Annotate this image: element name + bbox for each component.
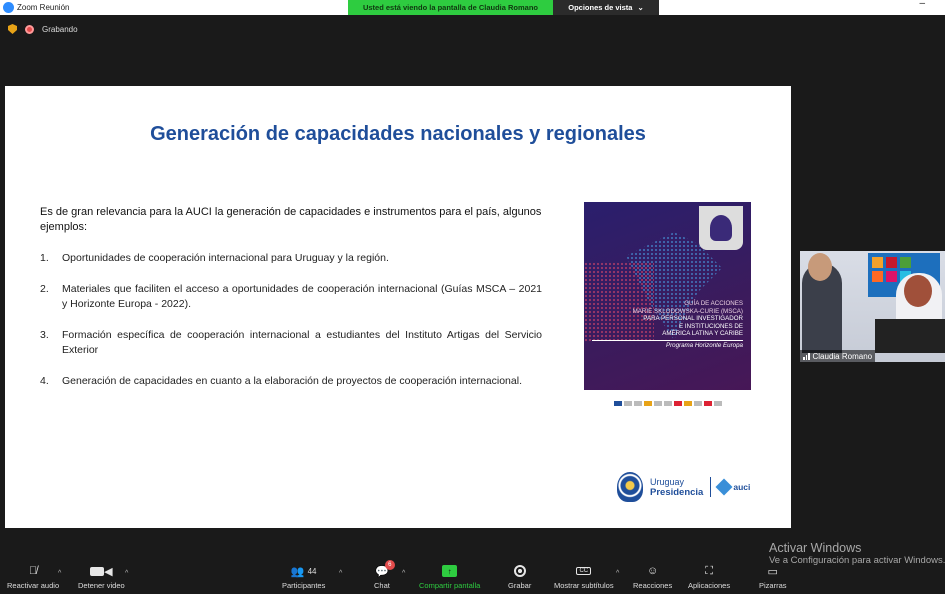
chat-icon: 💬 6 — [375, 560, 395, 578]
participants-button[interactable]: 👥 44 Participantes — [282, 564, 325, 591]
slide-list: 1. Oportunidades de cooperación internaci… — [40, 251, 542, 405]
show-captions-button[interactable]: CC Mostrar subtítulos — [554, 564, 614, 590]
reactions-button[interactable]: ☺ Reacciones — [633, 564, 672, 590]
window-title: Zoom Reunión — [17, 3, 70, 12]
sharing-notice: Usted está viendo la pantalla de Claudia… — [348, 0, 553, 15]
participant-name-tag: Claudia Romano — [800, 350, 876, 362]
camera-icon: ◀ — [90, 564, 113, 578]
whiteboard-icon: ▭ — [767, 565, 778, 578]
whiteboards-button[interactable]: ▭ Pizarras — [759, 564, 787, 591]
share-screen-icon: ↑ — [442, 564, 458, 578]
list-item: 3. Formación específica de cooperación in… — [40, 329, 542, 356]
cover-partner-logos — [584, 390, 751, 416]
unmute-button[interactable]: 🎙̸ Reactivar audio — [7, 564, 59, 590]
signal-bars-icon — [803, 352, 810, 360]
auci-mark-icon — [715, 478, 733, 496]
cover-text: GUÍA DE ACCIONES MARIE SKLODOWSKA-CURIE … — [592, 300, 743, 349]
laptop — [875, 319, 945, 353]
security-shield-icon[interactable] — [8, 24, 17, 34]
share-screen-button[interactable]: ↑ Compartir pantalla — [419, 564, 480, 590]
meeting-toolbar: 🎙̸ Reactivar audio ^ ◀ Detener video ^ 👥… — [0, 560, 945, 594]
captions-icon: CC — [576, 564, 592, 578]
chevron-down-icon: ⌄ — [637, 3, 644, 12]
logo-divider — [710, 477, 712, 497]
list-item: 1. Oportunidades de cooperación internaci… — [40, 252, 389, 264]
list-item: 2. Materiales que faciliten el acceso a o… — [40, 283, 542, 310]
participants-icon: 👥 44 — [290, 565, 317, 578]
app-title: Zoom Reunión — [3, 2, 69, 13]
recording-label: Grabando — [42, 24, 78, 34]
share-banner: Usted está viendo la pantalla de Claudia… — [348, 0, 659, 15]
shared-slide: Generación de capacidades nacionales y r… — [5, 86, 791, 528]
slide-title: Generación de capacidades nacionales y r… — [150, 123, 646, 145]
smiley-add-icon: ☺ — [646, 565, 659, 577]
stop-video-button[interactable]: ◀ Detener video — [78, 564, 125, 591]
slide-intro: Es de gran relevancia para la AUCI la ge… — [40, 206, 542, 233]
participants-caret-icon[interactable]: ^ — [339, 570, 342, 577]
meeting-status: Grabando — [8, 24, 78, 34]
minimize-button[interactable]: – — [919, 0, 925, 9]
captions-caret-icon[interactable]: ^ — [616, 570, 619, 577]
participant-video-tile[interactable]: Claudia Romano — [800, 251, 945, 362]
view-options-label: Opciones de vista — [568, 3, 633, 12]
microphone-muted-icon: 🎙̸ — [28, 565, 38, 577]
record-button[interactable]: Grabar — [508, 564, 531, 590]
apps-icon: ⛶ — [705, 564, 713, 577]
apps-button[interactable]: ⛶ Aplicaciones — [688, 564, 730, 591]
portrait-icon — [699, 206, 743, 250]
auci-logo: auci — [715, 478, 750, 496]
presidency-logo: Uruguay Presidencia auci — [617, 472, 750, 502]
participant-woman-head — [904, 275, 932, 307]
list-item: 4. Generación de capacidades en cuanto a … — [40, 375, 522, 387]
audio-options-caret-icon[interactable]: ^ — [58, 570, 61, 577]
participant-man-head — [808, 253, 832, 281]
recording-icon — [25, 24, 34, 34]
zoom-logo-icon — [3, 2, 14, 13]
chat-button[interactable]: 💬 6 Chat — [374, 560, 395, 590]
view-options-button[interactable]: Opciones de vista ⌄ — [553, 0, 659, 15]
video-options-caret-icon[interactable]: ^ — [125, 570, 128, 577]
uruguay-seal-icon — [617, 472, 643, 502]
chat-caret-icon[interactable]: ^ — [402, 570, 405, 577]
record-icon — [513, 564, 526, 578]
guide-cover-image: GUÍA DE ACCIONES MARIE SKLODOWSKA-CURIE … — [584, 202, 751, 416]
